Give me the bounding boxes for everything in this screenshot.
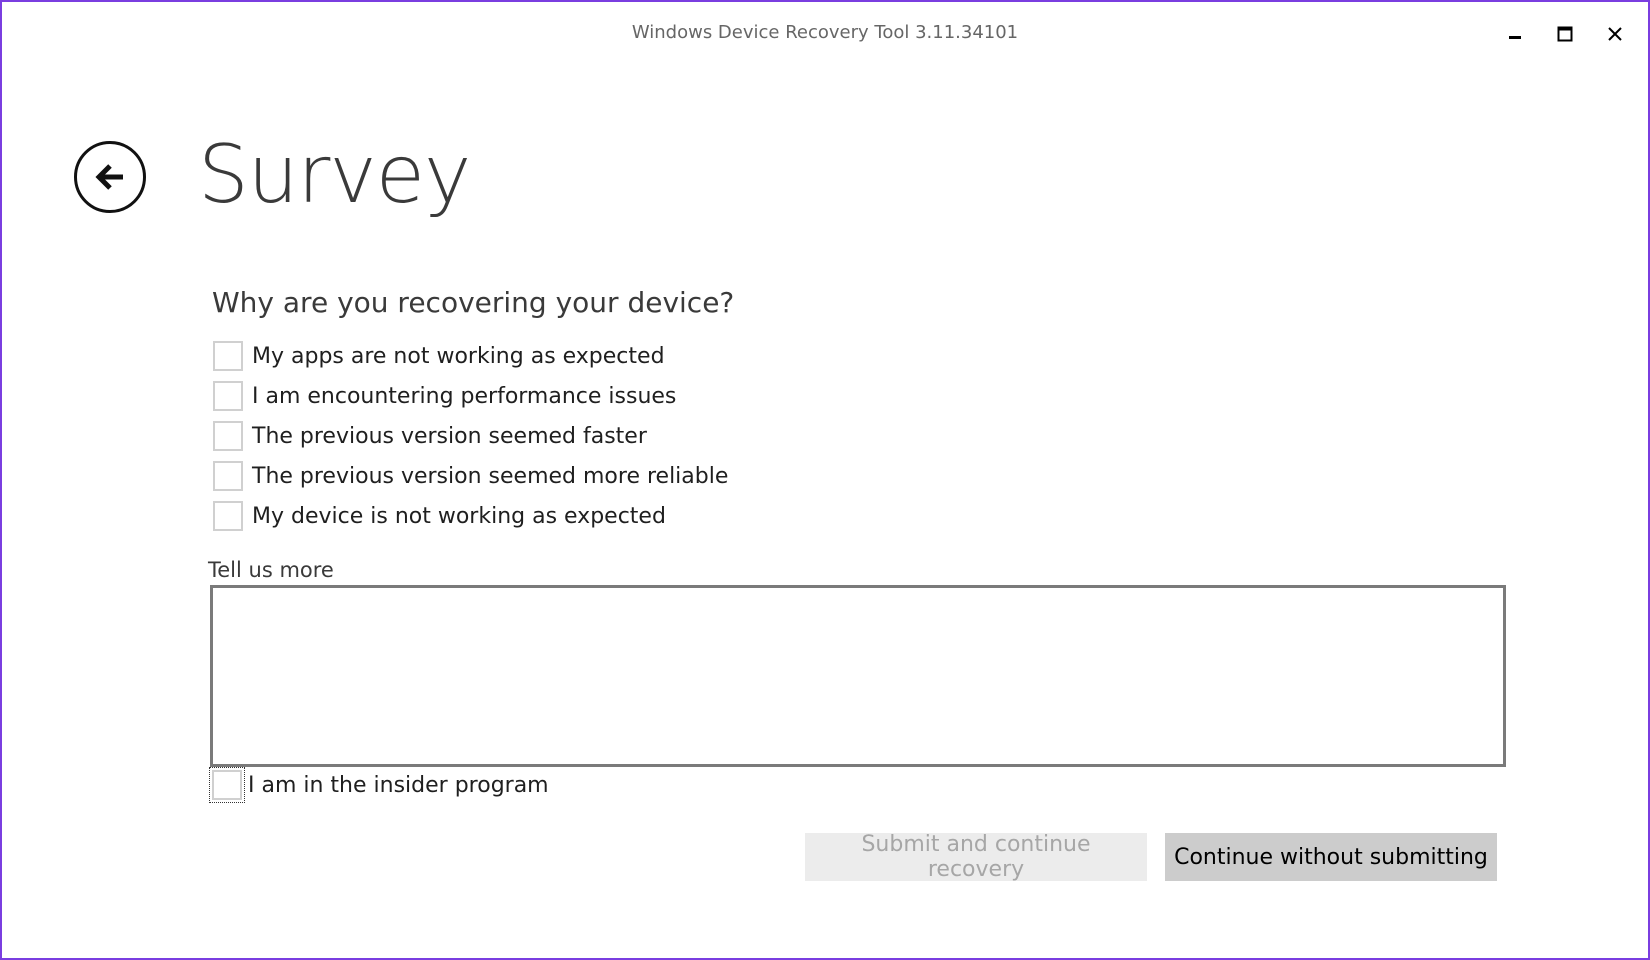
close-button[interactable] (1592, 14, 1638, 54)
option-label: The previous version seemed more reliabl… (252, 463, 729, 489)
checkbox[interactable] (213, 501, 243, 531)
option-device-not-working[interactable]: My device is not working as expected (213, 496, 728, 536)
option-label: The previous version seemed faster (252, 423, 647, 449)
minimize-icon (1509, 36, 1521, 39)
reason-options: My apps are not working as expected I am… (213, 336, 728, 536)
tell-us-more-input[interactable] (210, 585, 1506, 767)
insider-program-option[interactable]: I am in the insider program (209, 767, 549, 803)
option-previous-faster[interactable]: The previous version seemed faster (213, 416, 728, 456)
checkbox[interactable] (213, 381, 243, 411)
window-title: Windows Device Recovery Tool 3.11.34101 (631, 22, 1019, 43)
option-label: I am encountering performance issues (252, 383, 677, 409)
close-icon (1608, 27, 1622, 41)
checkbox[interactable] (213, 461, 243, 491)
option-apps-not-working[interactable]: My apps are not working as expected (213, 336, 728, 376)
tell-us-more-label: Tell us more (208, 558, 334, 582)
option-previous-more-reliable[interactable]: The previous version seemed more reliabl… (213, 456, 728, 496)
app-window: Windows Device Recovery Tool 3.11.34101 … (0, 0, 1650, 960)
insider-label: I am in the insider program (248, 772, 549, 798)
maximize-icon (1557, 26, 1573, 42)
insider-checkbox[interactable] (209, 767, 245, 803)
checkbox[interactable] (213, 421, 243, 451)
minimize-button[interactable] (1492, 14, 1538, 54)
checkbox[interactable] (213, 341, 243, 371)
page-title: Survey (198, 128, 471, 221)
continue-without-submitting-button[interactable]: Continue without submitting (1165, 833, 1497, 881)
title-bar[interactable]: Windows Device Recovery Tool 3.11.34101 (2, 2, 1648, 66)
option-label: My apps are not working as expected (252, 343, 665, 369)
survey-question: Why are you recovering your device? (212, 286, 735, 319)
back-button[interactable] (74, 141, 146, 213)
option-performance-issues[interactable]: I am encountering performance issues (213, 376, 728, 416)
arrow-left-icon (95, 164, 123, 190)
maximize-button[interactable] (1542, 14, 1588, 54)
submit-and-continue-button[interactable]: Submit and continue recovery (805, 832, 1147, 882)
option-label: My device is not working as expected (252, 503, 666, 529)
